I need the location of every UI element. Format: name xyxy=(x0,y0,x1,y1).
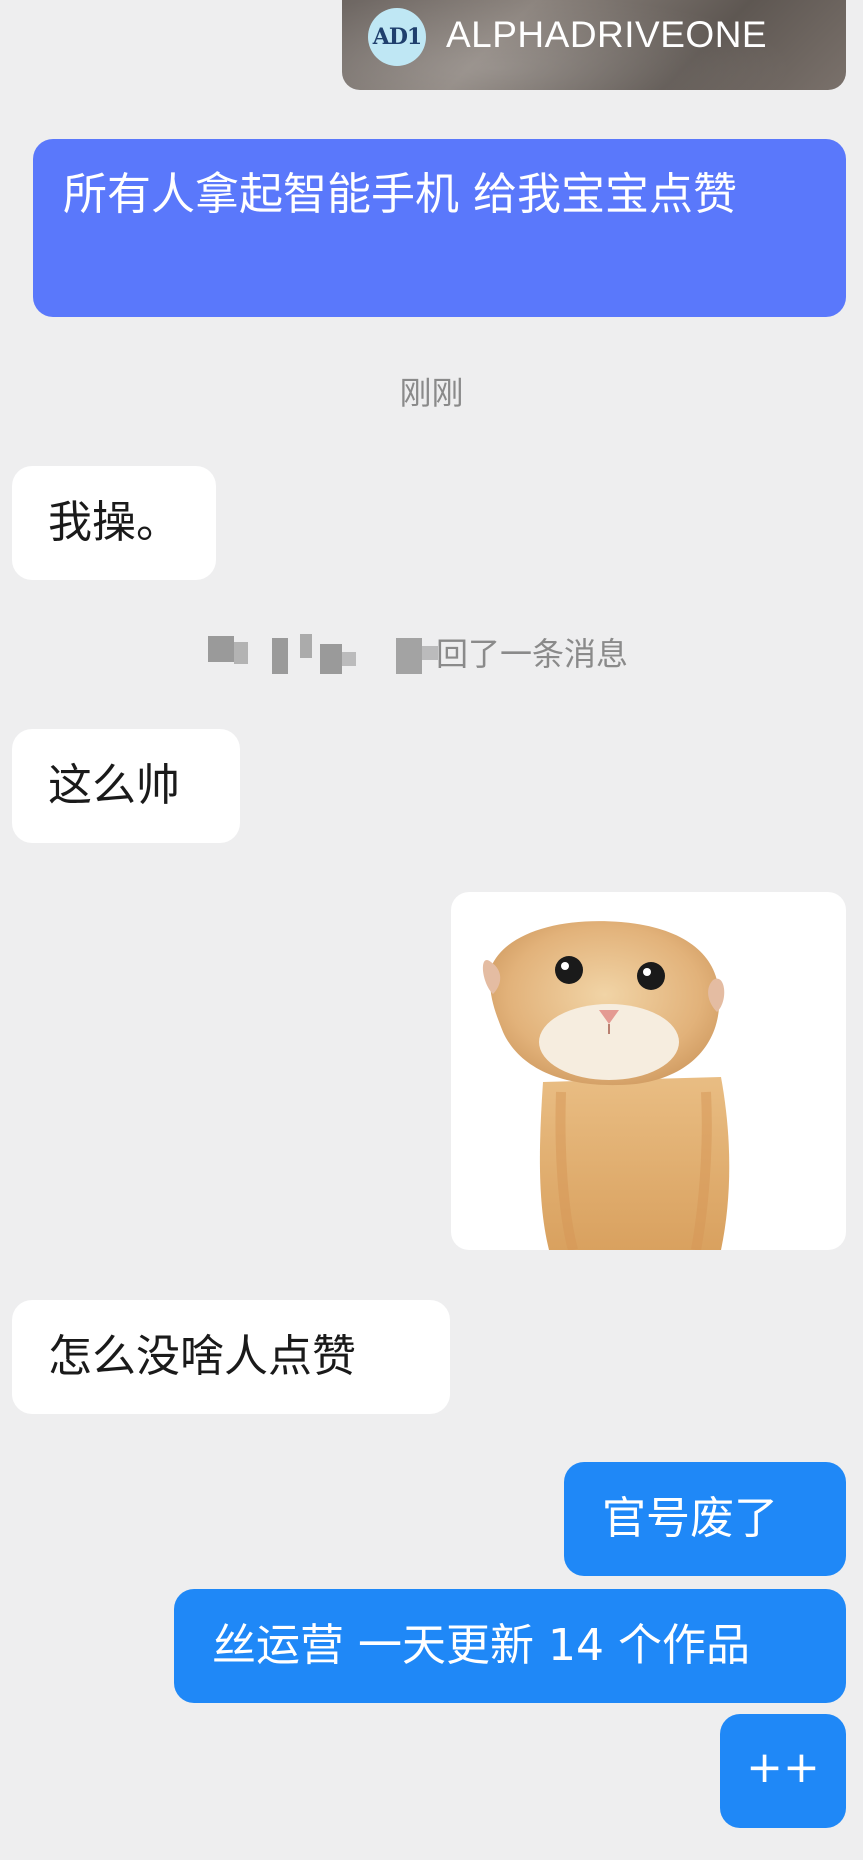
message-bubble-incoming[interactable]: 怎么没啥人点赞 xyxy=(12,1300,450,1414)
recall-notice: 回了一条消息 xyxy=(0,632,863,680)
redacted-username xyxy=(196,632,456,678)
sticker-message[interactable] xyxy=(451,892,846,1250)
message-bubble-outgoing[interactable]: ++ xyxy=(720,1714,846,1828)
message-timestamp: 刚刚 xyxy=(399,374,464,412)
cat-sticker-icon xyxy=(482,921,730,1250)
recall-notice-text: 回了一条消息 xyxy=(436,635,629,673)
message-bubble-outgoing[interactable]: 所有人拿起智能手机 给我宝宝点赞 xyxy=(33,139,846,317)
shared-video-card[interactable]: AD1 ALPHADRIVEONE xyxy=(342,0,846,90)
message-bubble-outgoing[interactable]: 丝运营 一天更新 14 个作品 xyxy=(174,1589,846,1703)
message-bubble-incoming[interactable]: 我操。 xyxy=(12,466,216,580)
account-logo-text: AD1 xyxy=(372,24,422,50)
account-logo-icon: AD1 xyxy=(368,8,426,66)
account-name: ALPHADRIVEONE xyxy=(446,14,768,55)
message-bubble-incoming[interactable]: 这么帅 xyxy=(12,729,240,843)
message-bubble-outgoing[interactable]: 官号废了 xyxy=(564,1462,846,1576)
